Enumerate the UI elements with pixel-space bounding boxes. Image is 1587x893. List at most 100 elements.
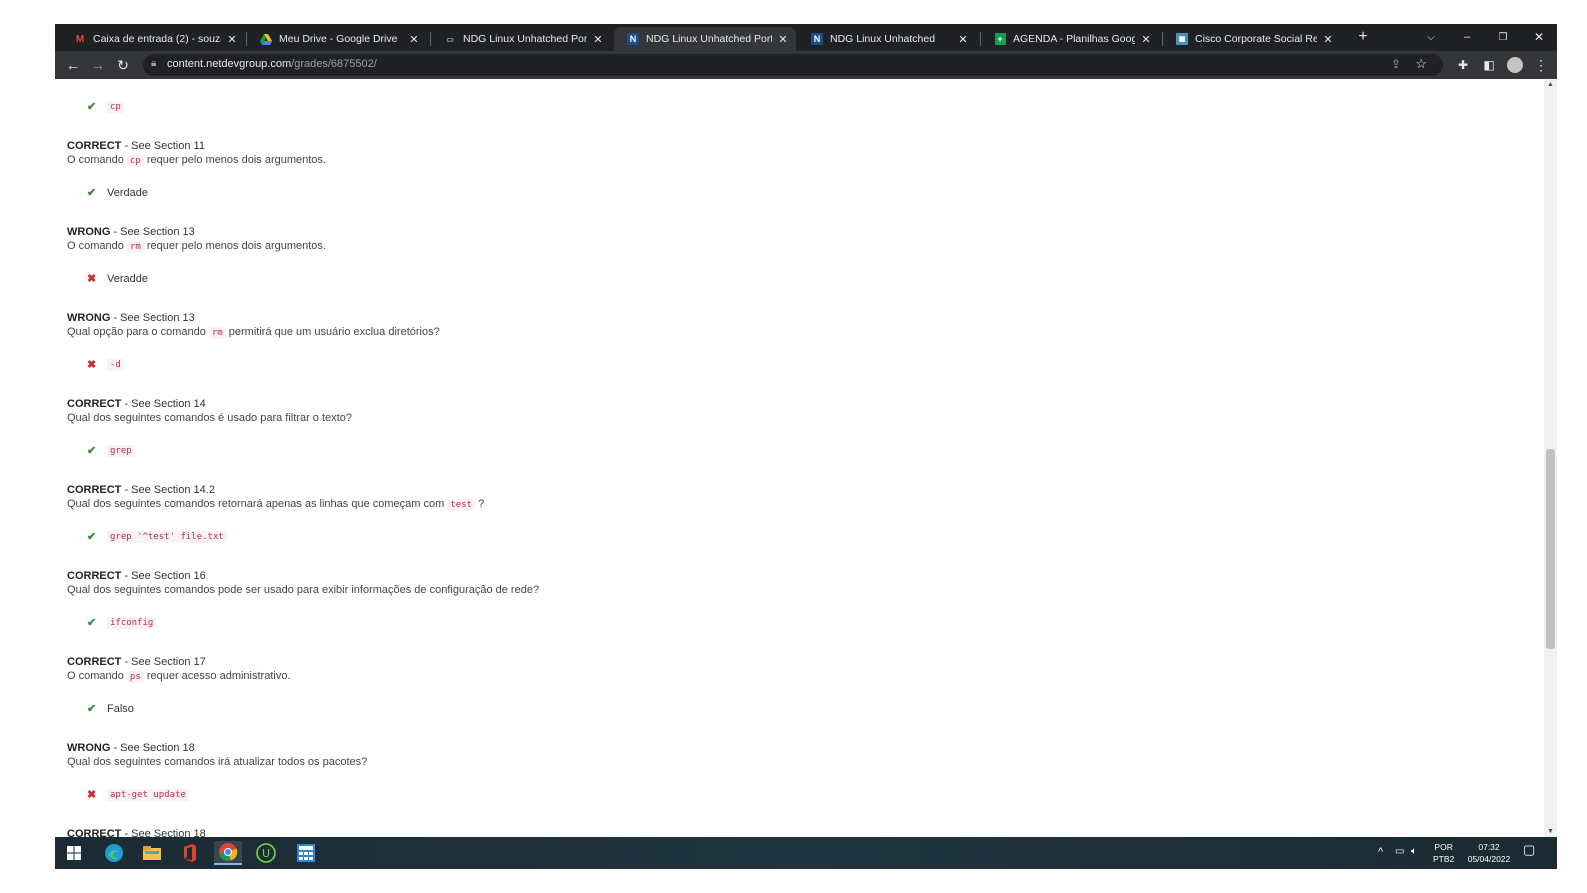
scroll-thumb[interactable] <box>1546 449 1555 649</box>
input-language-indicator[interactable]: POR PTB2 <box>1433 841 1454 865</box>
vertical-scrollbar[interactable]: ▲ ▼ <box>1544 79 1557 837</box>
check-icon: ✔ <box>87 531 97 543</box>
browser-toolbar: ← → ↻ 🔒︎ content.netdevgroup.com/grades/… <box>55 51 1557 79</box>
result-item: CORRECT - See Section 16 Qual dos seguin… <box>67 569 539 597</box>
tab-ndg-unhatched-pt-2[interactable]: N NDG Linux Unhatched Portuguê ✕ <box>614 27 796 51</box>
tab-google-drive[interactable]: Meu Drive - Google Drive ✕ <box>247 27 427 51</box>
cross-icon: ✖ <box>87 789 97 801</box>
result-status: CORRECT - See Section 14.2 <box>67 484 215 496</box>
answer-row: ✖ -d <box>87 358 124 371</box>
back-arrow-icon[interactable]: ← <box>63 55 83 75</box>
question-text: Qual dos seguintes comandos irá atualiza… <box>67 756 368 768</box>
new-tab-button[interactable]: + <box>1351 26 1375 48</box>
check-icon: ✔ <box>87 187 97 199</box>
close-icon[interactable]: ✕ <box>1141 33 1151 46</box>
answer-row: ✔ grep '^test' file.txt <box>87 530 227 543</box>
svg-text:U: U <box>262 847 270 860</box>
windows-taskbar: U ^ ▭ 🔈︎ POR PTB2 07:32 05/04/2022 ▢ <box>55 837 1557 869</box>
answer-row: ✔ cp <box>87 100 124 113</box>
cross-icon: ✖ <box>87 359 97 371</box>
window-close-button[interactable]: ✕ <box>1527 26 1551 48</box>
question-text: O comando rm requer pelo menos dois argu… <box>67 240 326 253</box>
forward-arrow-icon[interactable]: → <box>88 55 108 75</box>
menu-kebab-icon[interactable]: ⋮ <box>1531 55 1551 75</box>
tab-cisco-csr[interactable]: ▦ Cisco Corporate Social Responsi ✕ <box>1163 27 1341 51</box>
result-status: WRONG - See Section 13 <box>67 226 195 238</box>
result-status: CORRECT - See Section 18 <box>67 828 206 837</box>
answer-row: ✔ grep <box>87 444 135 457</box>
tab-gmail[interactable]: M Caixa de entrada (2) - souza.and ✕ <box>61 27 245 51</box>
answer-row: ✔ ifconfig <box>87 616 157 629</box>
calculator-icon[interactable] <box>292 841 320 865</box>
reload-icon[interactable]: ↻ <box>113 55 133 75</box>
result-item: CORRECT - See Section 18 <box>67 827 206 837</box>
result-status: WRONG - See Section 18 <box>67 742 195 754</box>
file-explorer-icon[interactable] <box>138 841 166 865</box>
result-status: CORRECT - See Section 11 <box>67 140 205 152</box>
check-icon: ✔ <box>87 445 97 457</box>
result-status: CORRECT - See Section 14 <box>67 398 206 410</box>
check-icon: ✔ <box>87 703 97 715</box>
scroll-up-arrow-icon[interactable]: ▲ <box>1547 81 1554 88</box>
close-icon[interactable]: ✕ <box>593 33 603 46</box>
upwork-icon[interactable]: U <box>252 841 280 865</box>
question-text: O comando cp requer pelo menos dois argu… <box>67 154 326 167</box>
network-icon[interactable]: ▭ <box>1395 846 1404 858</box>
lock-icon[interactable]: 🔒︎ <box>151 58 156 69</box>
answer-row: ✔ Falso <box>87 702 134 716</box>
tab-ndg-unhatched[interactable]: N NDG Linux Unhatched ✕ <box>798 27 976 51</box>
tab-agenda-sheets[interactable]: + AGENDA - Planilhas Google ✕ <box>981 27 1159 51</box>
close-icon[interactable]: ✕ <box>409 33 419 46</box>
ndg-icon: ▭ <box>446 34 454 44</box>
result-item: WRONG - See Section 18 Qual dos seguinte… <box>67 741 367 769</box>
answer-row: ✖ apt-get update <box>87 788 189 801</box>
show-hidden-icons-chevron-up-icon[interactable]: ^ <box>1378 846 1383 858</box>
close-icon[interactable]: ✕ <box>958 33 968 46</box>
tab-strip: M Caixa de entrada (2) - souza.and ✕ Meu… <box>55 24 1557 51</box>
result-status: WRONG - See Section 13 <box>67 312 195 324</box>
chrome-icon[interactable] <box>214 841 242 865</box>
tab-ndg-unhatched-pt-1[interactable]: ▭ NDG Linux Unhatched Portuguê ✕ <box>431 27 611 51</box>
notifications-icon[interactable]: ▢ <box>1523 843 1535 856</box>
result-item: CORRECT - See Section 14 Qual dos seguin… <box>67 397 352 425</box>
share-icon[interactable]: ⇪ <box>1391 57 1401 71</box>
drive-icon <box>259 32 273 46</box>
scroll-down-arrow-icon[interactable]: ▼ <box>1547 828 1554 835</box>
question-text: Qual dos seguintes comandos é usado para… <box>67 412 352 424</box>
edge-icon[interactable] <box>100 841 128 865</box>
cross-icon: ✖ <box>87 273 97 285</box>
restore-button[interactable]: ❐ <box>1491 26 1515 48</box>
side-panel-icon[interactable]: ◧ <box>1479 55 1499 75</box>
close-icon[interactable]: ✕ <box>1323 33 1333 46</box>
question-text: Qual opção para o comando rm permitirá q… <box>67 326 440 339</box>
close-icon[interactable]: ✕ <box>778 33 788 46</box>
tab-search-chevron-down-icon[interactable]: ⌵ <box>1419 26 1443 48</box>
result-item: WRONG - See Section 13 O comando rm requ… <box>67 225 326 254</box>
close-icon[interactable]: ✕ <box>227 33 237 46</box>
windows-start-icon[interactable] <box>60 841 88 865</box>
bookmark-star-icon[interactable]: ☆ <box>1415 56 1427 72</box>
address-bar[interactable]: 🔒︎ content.netdevgroup.com/grades/687550… <box>143 54 1443 76</box>
question-text: Qual dos seguintes comandos retornará ap… <box>67 498 485 511</box>
minimize-button[interactable]: – <box>1455 26 1479 48</box>
volume-icon[interactable]: 🔈︎ <box>1411 846 1417 858</box>
gmail-icon: M <box>75 33 85 45</box>
netdevgroup-icon: N <box>626 32 640 46</box>
result-status: CORRECT - See Section 16 <box>67 570 206 582</box>
office-icon[interactable] <box>176 841 204 865</box>
question-text: O comando ps requer acesso administrativ… <box>67 670 291 683</box>
sheets-icon: + <box>993 32 1007 46</box>
url-text[interactable]: content.netdevgroup.com/grades/6875502/ <box>167 58 377 70</box>
result-item: CORRECT - See Section 11 O comando cp re… <box>67 139 326 168</box>
grades-page: ✔ cp CORRECT - See Section 11 O comando … <box>55 79 1544 837</box>
answer-row: ✔ Verdade <box>87 186 148 200</box>
extensions-puzzle-icon[interactable]: ✚ <box>1453 55 1473 75</box>
browser-window: M Caixa de entrada (2) - souza.and ✕ Meu… <box>55 24 1557 869</box>
clock[interactable]: 07:32 05/04/2022 <box>1463 841 1515 865</box>
result-item: WRONG - See Section 13 Qual opção para o… <box>67 311 440 340</box>
result-item: CORRECT - See Section 14.2 Qual dos segu… <box>67 483 484 512</box>
result-status: CORRECT - See Section 17 <box>67 656 206 668</box>
netdevgroup-icon: N <box>810 32 824 46</box>
profile-avatar[interactable] <box>1505 55 1525 75</box>
check-icon: ✔ <box>87 101 97 113</box>
